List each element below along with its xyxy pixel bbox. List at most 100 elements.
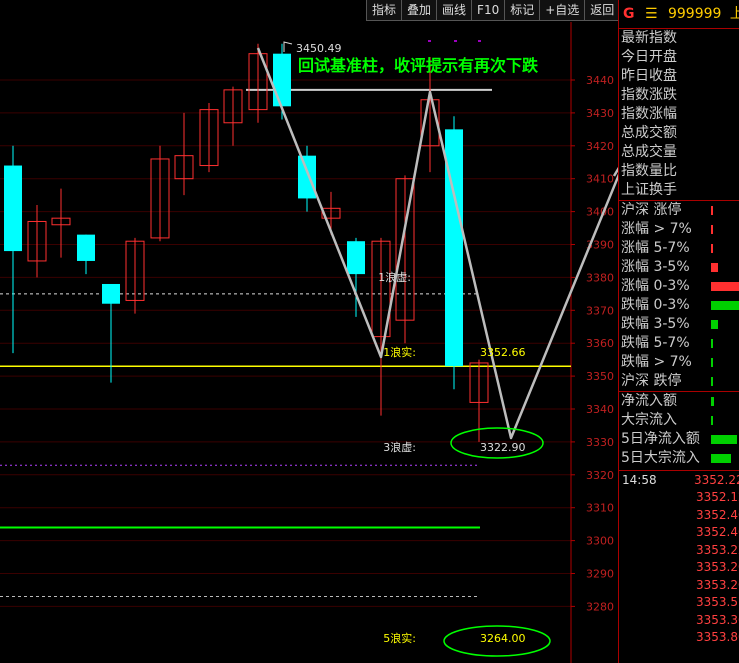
stat-bar xyxy=(711,397,714,406)
stat-row: 净流入额 xyxy=(619,392,739,411)
stat-bar xyxy=(711,301,739,310)
wave3-virtual-label: 3浪虚: xyxy=(383,440,416,454)
stat-label: 跌幅 > 7% xyxy=(621,354,692,370)
stat-label: 涨幅 3-5% xyxy=(621,259,690,275)
wave5-value-label: 3264.00 xyxy=(480,632,526,645)
stat-row: 跌幅 5-7% xyxy=(619,334,739,353)
stat-label: 昨日收盘 xyxy=(621,68,677,84)
candle xyxy=(445,116,463,390)
tick-list[interactable]: 3352.12 3352.40 3352.40 3353.22 3353.20 3353.… xyxy=(619,489,739,647)
y-tick-label: 3350 xyxy=(586,370,614,383)
stat-bar xyxy=(711,339,713,348)
quote-panel: G ☰ 999999 上证指数 最新指数今日开盘昨日收盘指数涨跌指数涨幅总成交额… xyxy=(618,0,739,663)
quote-title: G ☰ 999999 上证指数 xyxy=(619,0,739,29)
stat-row: 跌幅 > 7% xyxy=(619,353,739,372)
stat-row: 涨幅 3-5% xyxy=(619,258,739,277)
stat-bar xyxy=(711,206,713,215)
candle xyxy=(150,145,170,242)
stat-label: 沪深 跌停 xyxy=(621,373,682,389)
stat-bar xyxy=(711,454,731,463)
stat-label: 指数量比 xyxy=(621,163,677,179)
peak-marker xyxy=(283,41,293,52)
candle xyxy=(102,283,120,383)
candle-body xyxy=(77,234,95,261)
y-tick-label: 3400 xyxy=(586,206,614,219)
stat-row: 沪深 跌停 xyxy=(619,372,739,391)
y-tick-label: 3320 xyxy=(586,469,614,482)
stat-label: 跌幅 5-7% xyxy=(621,335,690,351)
kline-chart: 3440343034203410340033903380337033603350… xyxy=(0,0,618,663)
candle-body xyxy=(4,165,22,252)
stat-row: 5日净流入额 xyxy=(619,430,739,449)
stat-row: 涨幅 > 7% xyxy=(619,220,739,239)
stat-label: 涨幅 > 7% xyxy=(621,221,692,237)
stat-label: 总成交额 xyxy=(621,125,677,141)
stat-label: 上证换手 xyxy=(621,182,677,198)
stat-row: 跌幅 3-5% xyxy=(619,315,739,334)
stat-bar xyxy=(711,225,713,234)
stat-label: 5日净流入额 xyxy=(621,431,700,447)
tick-time-row: 14:58 3352.22 xyxy=(619,471,739,489)
stat-label: 总成交量 xyxy=(621,144,677,160)
candle-body xyxy=(273,53,291,107)
tick-price: 3352.40 xyxy=(696,525,739,539)
add-watchlist-button[interactable]: +自选 xyxy=(539,0,586,21)
menu-icon[interactable]: ☰ xyxy=(645,6,658,22)
stat-row: 跌幅 0-3% xyxy=(619,296,739,315)
index-code: 999999 xyxy=(667,6,722,22)
y-tick-label: 3290 xyxy=(586,568,614,581)
index-stats: 最新指数 今日开盘 昨日收盘 指数涨跌 指数涨幅 总成交额 总成交量 指数量比 上证换手 xyxy=(619,29,739,200)
candle xyxy=(77,234,95,275)
chart-toolbar: 指标 叠加 画线 F10 标记 +自选 返回 xyxy=(366,0,621,22)
candle xyxy=(223,86,243,146)
overlay-button[interactable]: 叠加 xyxy=(401,0,438,21)
tick-price: 3353.80 xyxy=(696,630,739,644)
stat-label: 涨幅 0-3% xyxy=(621,278,690,294)
wave1-real-label: 1浪实: xyxy=(383,345,416,359)
tick-price: 3353.51 xyxy=(696,595,739,609)
candle xyxy=(248,43,268,123)
tick-price: 3352.12 xyxy=(696,490,739,504)
f10-button[interactable]: F10 xyxy=(471,0,506,21)
candle-body xyxy=(102,283,120,304)
wave-path xyxy=(256,47,618,440)
tick-price: 3353.30 xyxy=(696,612,739,627)
wave5-real-label: 5浪实: xyxy=(383,631,416,645)
y-tick-label: 3360 xyxy=(586,337,614,350)
candle xyxy=(4,145,22,354)
wave1-value-label: 3352.66 xyxy=(480,346,526,359)
y-tick-label: 3330 xyxy=(586,436,614,449)
y-tick-label: 3300 xyxy=(586,535,614,548)
y-tick-label: 3340 xyxy=(586,403,614,416)
candle-body xyxy=(298,155,316,199)
market-marker: G xyxy=(623,6,635,22)
stat-label: 最新指数 xyxy=(621,30,677,46)
back-button[interactable]: 返回 xyxy=(584,0,621,21)
candle xyxy=(51,188,71,258)
stat-row: 5日大宗流入 xyxy=(619,449,739,468)
indicator-button[interactable]: 指标 xyxy=(366,0,403,21)
wave1-virtual-label: 1浪虚: xyxy=(378,270,411,284)
stat-bar xyxy=(711,358,713,367)
breadth-stats: 沪深 涨停 涨幅 > 7% 涨幅 5-7% 涨幅 3-5% 涨幅 0-3% 跌幅 0-3%… xyxy=(619,200,739,391)
peak-price-label: 3450.49 xyxy=(296,42,342,55)
stat-label: 指数涨幅 xyxy=(621,106,677,122)
tick-price: 3353.20 xyxy=(696,560,739,574)
tick-price: 3353.20 xyxy=(696,577,739,592)
mark-button[interactable]: 标记 xyxy=(504,0,541,21)
y-tick-label: 3370 xyxy=(586,304,614,317)
tick-time-value: 3352.22 xyxy=(694,473,739,487)
stat-label: 大宗流入 xyxy=(621,412,677,428)
stat-label: 指数涨跌 xyxy=(621,87,677,103)
stat-row: 大宗流入 xyxy=(619,411,739,430)
draw-line-button[interactable]: 画线 xyxy=(436,0,473,21)
stat-row: 涨幅 5-7% xyxy=(619,239,739,258)
stat-bar xyxy=(711,282,739,291)
candle-body xyxy=(347,241,365,275)
flow-stats: 净流入额 大宗流入 5日净流入额 5日大宗流入 xyxy=(619,391,739,468)
stat-bar xyxy=(711,377,713,386)
y-tick-label: 3280 xyxy=(586,600,614,613)
stat-row: 涨幅 0-3% xyxy=(619,277,739,296)
y-tick-label: 3410 xyxy=(586,173,614,186)
candle xyxy=(174,112,194,196)
